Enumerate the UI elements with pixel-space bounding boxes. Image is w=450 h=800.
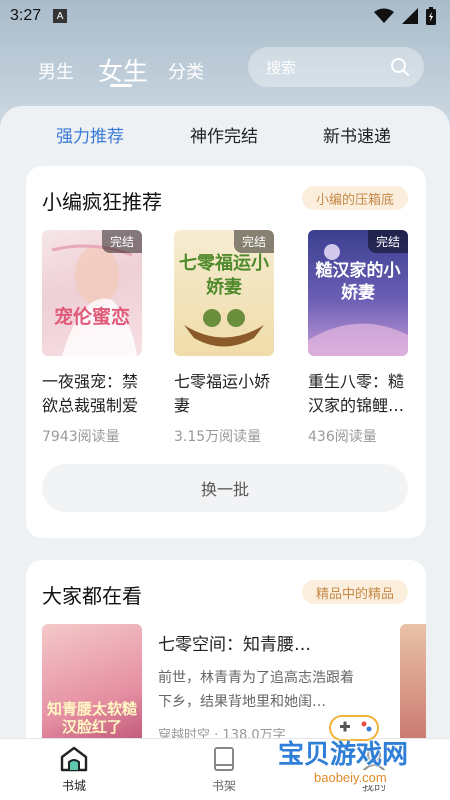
nav-label: 书架 (211, 779, 236, 793)
nav-bookstore[interactable]: 书城 (44, 745, 104, 794)
book-item[interactable]: 糙汉家的小娇妻 完结 重生八零：糙汉家的锦鲤… 436阅读量 (308, 230, 412, 446)
book-cover: 宠伦蜜恋 完结 (42, 230, 142, 356)
tab-finished[interactable]: 神作完结 (190, 122, 258, 147)
book-title: 一夜强宠：禁欲总裁强制爱 (42, 372, 139, 415)
watermark: 宝贝游戏网 baobeiy.com (268, 696, 448, 796)
cover-title: 糙汉家的小娇妻 (315, 261, 401, 303)
cover-title: 七零福运小娇妻 (179, 253, 269, 298)
nav-bookshelf[interactable]: 书架 (194, 745, 254, 794)
book-item[interactable]: 宠伦蜜恋 完结 一夜强宠：禁欲总裁强制爱 7943阅读量 (42, 230, 146, 446)
tab-male[interactable]: 男生 (38, 58, 74, 84)
finished-tag: 完结 (101, 230, 142, 253)
refresh-button[interactable]: 换一批 (42, 464, 408, 512)
status-bar: 3:27 A (0, 0, 450, 32)
tab-strong-recommend[interactable]: 强力推荐 (56, 122, 124, 147)
book-cover: 知青腰太软糙汉脸红了 (42, 624, 142, 754)
sub-tabs: 强力推荐 神作完结 新书速递 (0, 106, 450, 162)
section-title: 小编疯狂推荐 (42, 190, 162, 214)
active-tab-underline (110, 84, 132, 87)
book-read-count: 436阅读量 (308, 429, 377, 445)
cover-title: 知青腰太软糙汉脸红了 (46, 700, 137, 736)
book-title: 重生八零：糙汉家的锦鲤… (308, 372, 405, 415)
tab-category[interactable]: 分类 (168, 58, 204, 84)
battery-icon (426, 7, 436, 25)
bookstore-icon (60, 746, 88, 772)
book-title: 七零福运小娇妻 (174, 372, 271, 415)
book-read-count: 3.15万阅读量 (174, 429, 262, 445)
tab-female[interactable]: 女生 (98, 52, 148, 88)
book-read-count: 7943阅读量 (42, 429, 120, 445)
book-cover: 糙汉家的小娇妻 完结 (308, 230, 408, 356)
search-input[interactable]: 搜索 (248, 47, 424, 87)
search-placeholder: 搜索 (266, 58, 297, 77)
notification-a-icon: A (53, 9, 68, 23)
finished-tag: 完结 (233, 230, 274, 253)
search-icon (391, 58, 409, 76)
finished-tag: 完结 (367, 230, 408, 253)
watermark-text: 宝贝游戏网 (278, 740, 409, 770)
book-item[interactable]: 七零福运小娇妻 完结 七零福运小娇妻 3.15万阅读量 (174, 230, 278, 446)
signal-icon (402, 8, 418, 24)
book-title: 七零空间：知青腰… (158, 635, 311, 655)
bookshelf-icon (214, 747, 234, 771)
wifi-icon (374, 8, 394, 23)
cover-title: 宠伦蜜恋 (53, 306, 130, 328)
nav-label: 书城 (61, 779, 86, 793)
watermark-url: baobeiy.com (308, 770, 393, 785)
status-icons (374, 7, 436, 25)
editor-recommend-card: 小编疯狂推荐 小编的压箱底 宠伦蜜恋 完结 一夜强宠：禁欲总裁强制爱 7943阅… (26, 166, 426, 538)
tab-new-books[interactable]: 新书速递 (323, 122, 391, 147)
section-badge: 精品中的精品 (301, 580, 408, 604)
section-title: 大家都在看 (42, 584, 142, 608)
status-time: 3:27 (10, 7, 42, 24)
section-badge: 小编的压箱底 (301, 186, 408, 210)
book-cover: 七零福运小娇妻 完结 (174, 230, 274, 356)
